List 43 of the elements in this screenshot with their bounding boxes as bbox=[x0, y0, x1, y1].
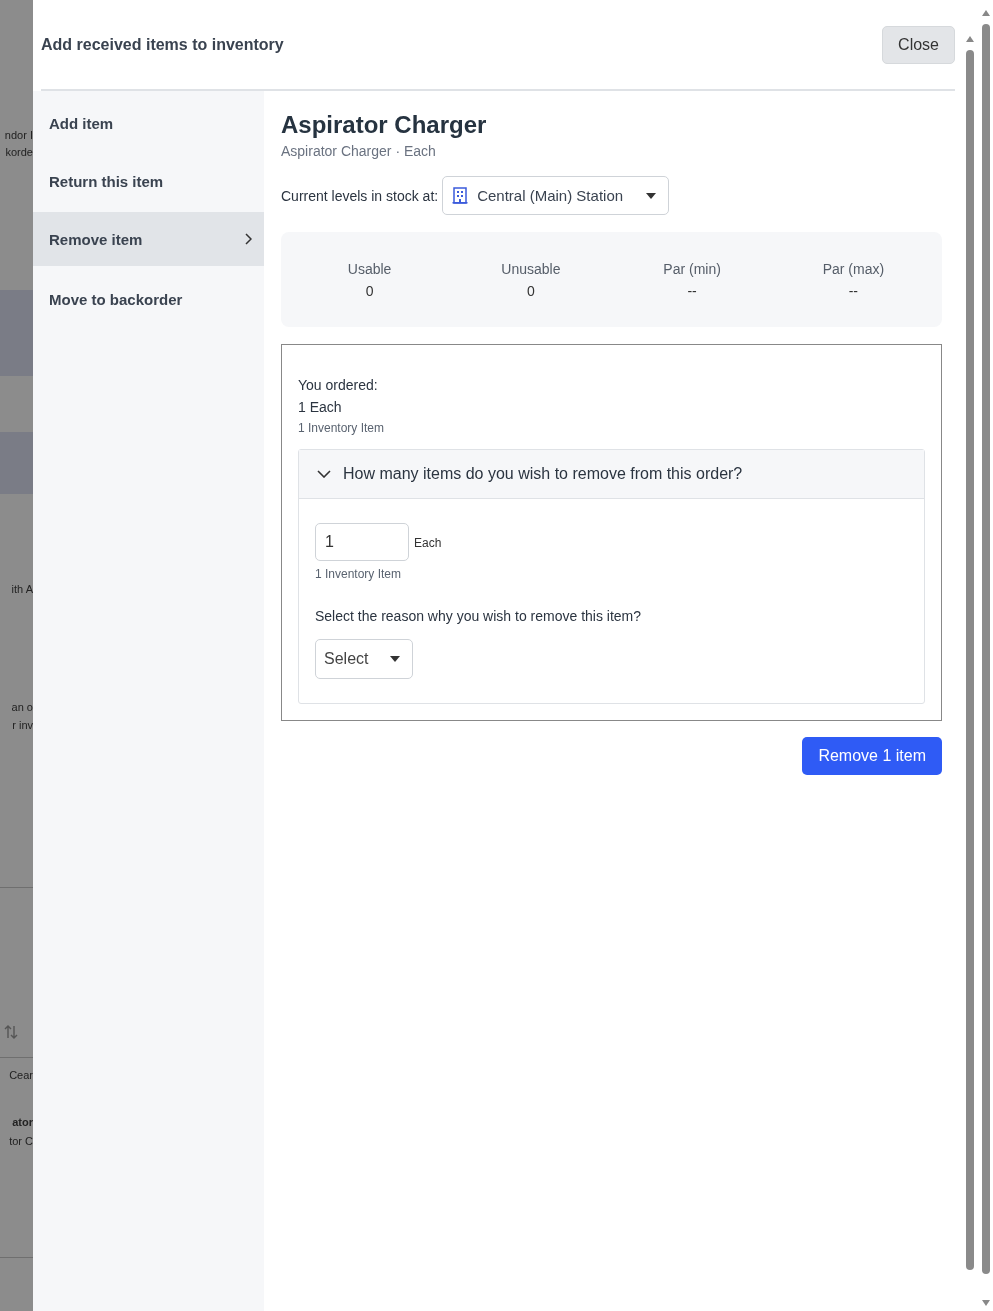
background-text: an o bbox=[11, 700, 33, 714]
accordion-header[interactable]: How many items do you wish to remove from this order? bbox=[299, 450, 924, 499]
background-text: ith A bbox=[11, 582, 33, 596]
location-dropdown[interactable]: Central (Main) Station bbox=[442, 176, 670, 215]
sidebar-item[interactable]: Add item bbox=[33, 94, 264, 152]
stat-label: Unusable bbox=[501, 260, 561, 277]
chevron-down-icon bbox=[317, 470, 331, 478]
quantity-field[interactable]: 1 bbox=[315, 523, 409, 561]
stat-label: Par (min) bbox=[663, 260, 721, 277]
unit-label: Each bbox=[414, 536, 442, 550]
order-heading: You ordered: bbox=[298, 377, 378, 393]
modal-title: Add received items to inventory bbox=[41, 35, 284, 54]
scrollbar[interactable] bbox=[981, 8, 991, 1308]
reason-label: Select the reason why you wish to remove this item? bbox=[315, 608, 642, 624]
stat-value: -- bbox=[687, 282, 697, 299]
sidebar-item[interactable]: Return this item bbox=[33, 152, 264, 210]
background-text: ndor I bbox=[4, 128, 33, 142]
stat-label: Usable bbox=[347, 260, 392, 277]
location-label: Current levels in stock at: bbox=[281, 187, 439, 204]
building-icon bbox=[452, 187, 469, 204]
inventory-count: 1 Inventory Item bbox=[315, 567, 402, 581]
background-text: tor C bbox=[9, 1134, 33, 1148]
sidebar-item[interactable]: Remove item bbox=[33, 212, 264, 266]
background-text: ator bbox=[12, 1115, 33, 1129]
background-text: r inv bbox=[12, 718, 33, 732]
sort-icon bbox=[4, 1024, 18, 1040]
remove-button[interactable]: Remove 1 item bbox=[802, 737, 942, 775]
stat-label: Par (max) bbox=[822, 260, 885, 277]
stat-value: 0 bbox=[365, 282, 374, 299]
background-text: Cear bbox=[9, 1068, 33, 1082]
stat-value: 0 bbox=[526, 282, 535, 299]
reason-dropdown[interactable]: Select bbox=[315, 639, 414, 679]
inventory-count: 1 Inventory Item bbox=[298, 421, 385, 435]
caret-down-icon bbox=[390, 656, 401, 662]
item-name: Aspirator Charger bbox=[281, 111, 487, 139]
stat-value: -- bbox=[848, 282, 859, 299]
caret-down-icon bbox=[646, 192, 657, 199]
close-button[interactable]: Close bbox=[882, 25, 955, 64]
background-text: korde bbox=[5, 145, 33, 159]
ordered-quantity: 1 Each bbox=[298, 399, 342, 415]
sidebar-item[interactable]: Move to backorder bbox=[33, 270, 264, 328]
item-subtitle: Aspirator Charger · Each bbox=[281, 143, 436, 159]
chevron-right-icon bbox=[244, 233, 252, 245]
